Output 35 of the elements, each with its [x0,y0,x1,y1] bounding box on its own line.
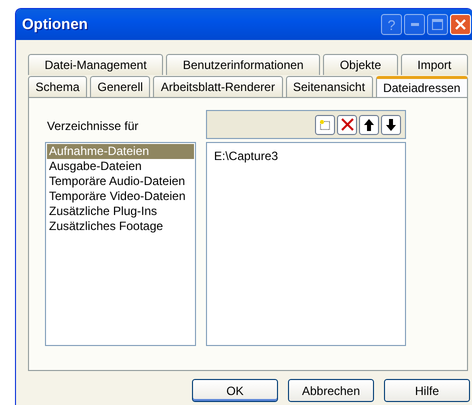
close-icon [455,19,466,30]
dialog-button[interactable]: Hilfe [384,379,470,402]
dialog-button[interactable]: Abbrechen [288,379,374,402]
tab[interactable]: Import [400,54,468,75]
tab[interactable]: Schema [28,76,88,97]
minimize-button[interactable] [404,14,425,35]
move-down-button[interactable] [381,114,401,134]
tab[interactable]: Benutzerinformationen [166,54,320,75]
list-item[interactable]: Zusätzliches Footage [47,219,194,234]
list-item[interactable]: Ausgabe-Dateien [47,159,194,174]
list-item[interactable]: Aufnahme-Dateien [47,144,194,159]
list-item[interactable]: Zusätzliche Plug-Ins [47,204,194,219]
new-folder-icon [319,118,331,130]
window-title: Optionen [22,16,89,33]
arrow-down-icon [386,118,396,130]
tab[interactable]: Datei-Management [28,54,164,75]
arrow-up-icon [364,118,374,130]
tab[interactable]: Generell [90,76,150,97]
tab[interactable]: Dateiadressen [376,76,468,97]
new-folder-button[interactable] [315,114,335,134]
tab[interactable]: Seitenansicht [286,76,373,97]
maximize-icon [432,19,443,30]
delete-icon [340,118,354,131]
list-item[interactable]: Temporäre Video-Dateien [47,189,194,204]
tab[interactable]: Objekte [323,54,398,75]
delete-button[interactable] [337,114,357,134]
tab[interactable]: Arbeitsblatt-Renderer [153,76,282,97]
move-up-button[interactable] [359,114,379,134]
maximize-button[interactable] [427,14,448,35]
minimize-icon [410,23,418,26]
list-label: Verzeichnisse für [46,118,140,135]
list-item[interactable]: Temporäre Audio-Dateien [47,174,194,189]
dialog-button[interactable]: OK [192,379,278,402]
close-button[interactable] [450,14,471,35]
path-item[interactable]: E:\Capture3 [208,144,404,168]
